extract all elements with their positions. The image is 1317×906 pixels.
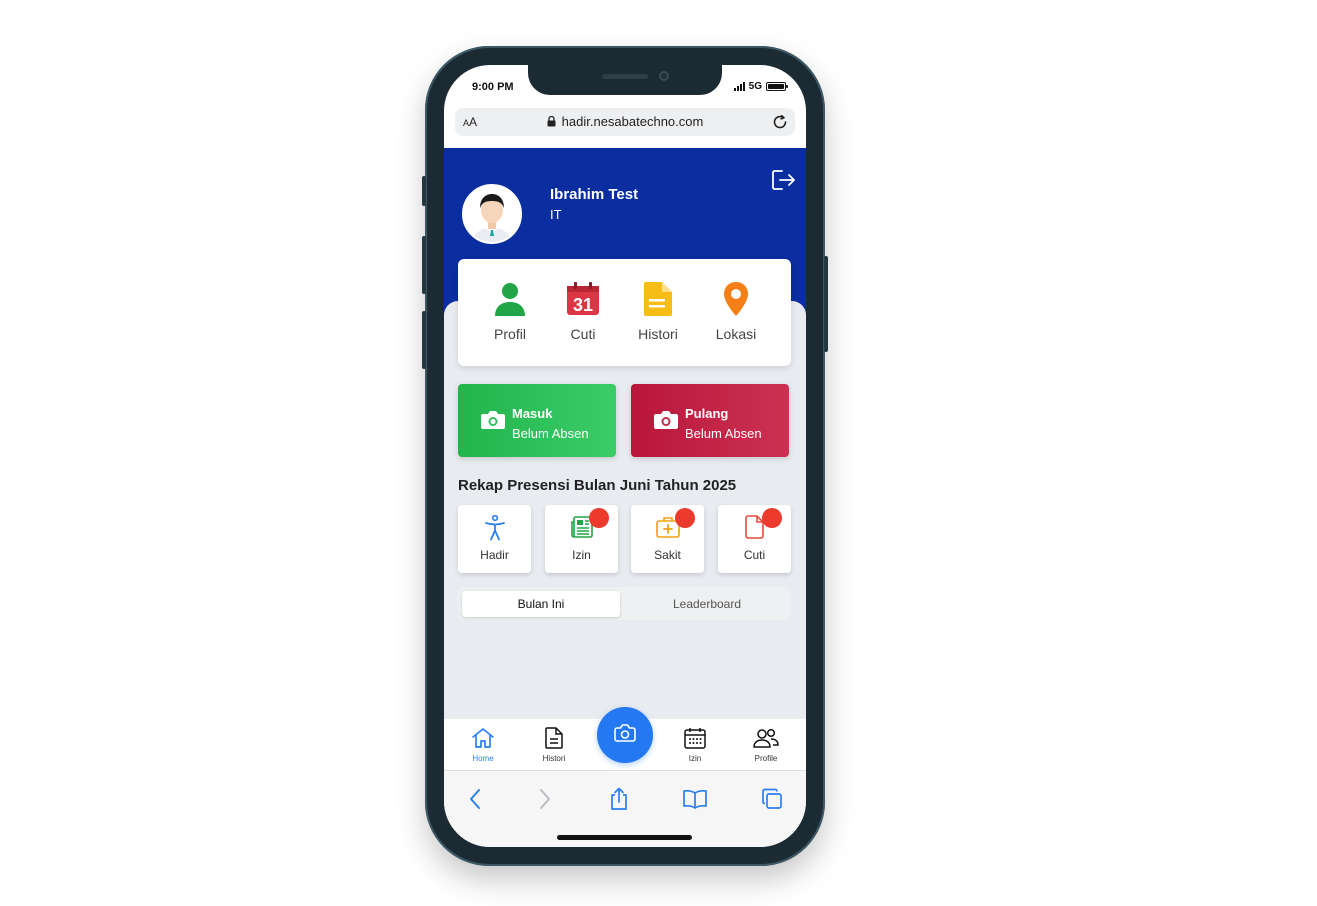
menu-item-label: Lokasi [715, 326, 757, 342]
menu-item-profil[interactable]: Profil [475, 281, 545, 342]
user-department: IT [550, 207, 562, 222]
reload-icon[interactable] [771, 113, 789, 136]
network-type: 5G [748, 81, 762, 92]
recap-item-label: Hadir [480, 548, 509, 562]
accessibility-icon [458, 515, 531, 541]
menu-item-label: Profil [494, 326, 526, 342]
stage: 9:00 PM 5G AA hadir.nesabatechno.com Ibr… [0, 0, 1317, 906]
recap-item-sakit[interactable]: Sakit [631, 505, 704, 573]
phone-frame: 9:00 PM 5G AA hadir.nesabatechno.com Ibr… [422, 46, 828, 866]
share-icon[interactable] [604, 785, 634, 813]
menu-item-cuti[interactable]: 31 Cuti [548, 281, 618, 342]
nav-label: Profile [754, 754, 778, 763]
document-icon [524, 726, 584, 750]
menu-item-histori[interactable]: Histori [623, 281, 693, 342]
location-pin-icon [701, 281, 771, 317]
check-out-title: Pulang [685, 406, 729, 421]
status-time: 9:00 PM [472, 81, 514, 93]
logout-icon[interactable] [771, 168, 797, 197]
user-name: Ibrahim Test [550, 186, 639, 203]
battery-icon [766, 82, 788, 91]
url-display[interactable]: hadir.nesabatechno.com [455, 114, 795, 130]
tabs-icon[interactable] [757, 785, 787, 813]
nav-profile[interactable]: Profile [736, 726, 796, 763]
nav-label: Izin [688, 754, 702, 763]
lock-icon [547, 115, 556, 130]
phone-volume-down [422, 311, 426, 369]
signal-icon [733, 82, 745, 91]
check-out-button[interactable]: Pulang Belum Absen [631, 384, 789, 457]
avatar[interactable] [462, 184, 522, 244]
check-in-title: Masuk [512, 406, 553, 421]
people-icon [736, 726, 796, 750]
notch [528, 65, 722, 95]
camera-icon [653, 410, 679, 435]
check-in-status: Belum Absen [512, 426, 589, 441]
back-icon[interactable] [460, 785, 490, 813]
recap-tabs: Bulan Ini Leaderboard [458, 587, 791, 620]
home-icon [453, 726, 513, 750]
phone-silent-switch [422, 176, 426, 206]
quick-menu: Profil 31 Cuti Histori Lokasi [458, 259, 791, 366]
recap-item-label: Izin [572, 548, 591, 562]
recap-item-hadir[interactable]: Hadir [458, 505, 531, 573]
app-content: Ibrahim Test IT Profil 31 Cuti Histori L… [444, 148, 806, 766]
nav-home[interactable]: Home [453, 726, 513, 763]
phone-volume-up [422, 236, 426, 294]
notification-dot [589, 508, 609, 528]
browser-address-bar[interactable]: AA hadir.nesabatechno.com [455, 108, 795, 136]
calendar-day: 31 [573, 295, 593, 315]
status-indicators: 5G [733, 81, 788, 92]
recap-title: Rekap Presensi Bulan Juni Tahun 2025 [458, 477, 737, 494]
nav-histori[interactable]: Histori [524, 726, 584, 763]
person-icon [475, 281, 545, 317]
phone-power-button [824, 256, 828, 352]
camera-scan-button[interactable] [597, 707, 653, 763]
bookmarks-icon[interactable] [680, 785, 710, 813]
menu-item-label: Histori [638, 326, 678, 342]
recap-item-cuti[interactable]: Cuti [718, 505, 791, 573]
notification-dot [675, 508, 695, 528]
nav-label: Home [472, 754, 494, 763]
check-out-status: Belum Absen [685, 426, 762, 441]
phone-screen: 9:00 PM 5G AA hadir.nesabatechno.com Ibr… [444, 65, 806, 847]
recap-item-label: Sakit [654, 548, 681, 562]
front-camera [659, 71, 669, 81]
home-indicator [557, 835, 692, 840]
speaker [602, 74, 648, 79]
url-text: hadir.nesabatechno.com [561, 114, 704, 129]
menu-item-label: Cuti [570, 326, 596, 342]
nav-izin[interactable]: Izin [665, 726, 725, 763]
recap-item-label: Cuti [743, 548, 766, 562]
recap-item-izin[interactable]: Izin [545, 505, 618, 573]
calendar-icon: 31 [548, 281, 618, 317]
forward-icon[interactable] [530, 785, 560, 813]
camera-icon [614, 723, 636, 747]
camera-icon [480, 410, 506, 435]
calendar-grid-icon [665, 726, 725, 750]
tab-leaderboard[interactable]: Leaderboard [627, 591, 787, 617]
notification-dot [762, 508, 782, 528]
nav-label: Histori [542, 754, 566, 763]
browser-toolbar [444, 770, 806, 847]
menu-item-lokasi[interactable]: Lokasi [701, 281, 771, 342]
tab-bulan-ini[interactable]: Bulan Ini [462, 591, 620, 617]
document-icon [623, 281, 693, 317]
check-in-button[interactable]: Masuk Belum Absen [458, 384, 616, 457]
